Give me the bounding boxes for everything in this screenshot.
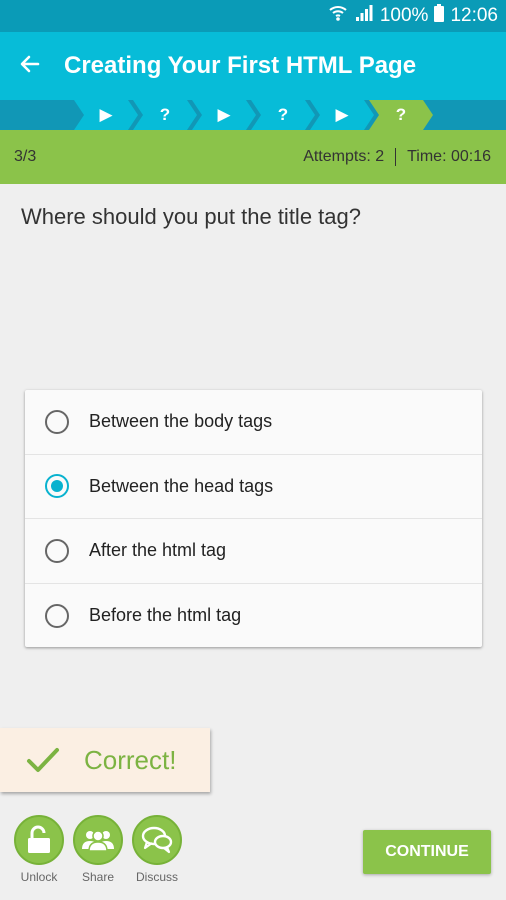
quiz-stats: Attempts: 2 Time: 00:16 — [303, 130, 491, 184]
radio-button-selected[interactable] — [45, 474, 69, 499]
option-label: Before the html tag — [89, 605, 242, 626]
feedback-text: Correct! — [84, 745, 177, 775]
step-3[interactable]: ▶ — [192, 100, 256, 130]
question-text: Where should you put the title tag? — [21, 204, 361, 229]
option-before-html[interactable]: Before the html tag — [25, 584, 482, 649]
option-label: Between the head tags — [89, 475, 274, 496]
step-3-label: ▶ — [217, 105, 231, 124]
step-4-label: ? — [277, 105, 289, 124]
step-1[interactable]: ▶ — [74, 100, 138, 130]
divider — [395, 148, 397, 166]
discuss-label: Discuss — [135, 870, 178, 884]
discuss-button[interactable]: Discuss — [131, 815, 183, 884]
option-after-html[interactable]: After the html tag — [25, 519, 482, 584]
page-title: Creating Your First HTML Page — [64, 52, 417, 79]
wifi-icon — [328, 3, 348, 29]
status-icons: 100% 12:06 — [328, 4, 498, 28]
option-label: After the html tag — [89, 540, 227, 561]
share-button[interactable]: Share — [72, 815, 124, 884]
step-1-label: ▶ — [99, 105, 113, 124]
unlock-button[interactable]: Unlock — [13, 815, 65, 884]
radio-button[interactable] — [45, 538, 69, 563]
option-body-tags[interactable]: Between the body tags — [25, 390, 482, 455]
step-6-label: ? — [395, 105, 407, 124]
unlock-icon — [14, 815, 64, 865]
attempts-count: Attempts: 2 — [303, 148, 385, 165]
clock: 12:06 — [450, 5, 498, 26]
step-5[interactable]: ▶ — [310, 100, 374, 130]
radio-button[interactable] — [45, 603, 69, 628]
option-label: Between the body tags — [89, 411, 273, 432]
step-6-current[interactable]: ? — [369, 100, 433, 130]
step-4[interactable]: ? — [251, 100, 315, 130]
step-2-label: ? — [159, 105, 171, 124]
lesson-stepper: ▶ ? ▶ ? ▶ ? — [0, 100, 506, 130]
back-button[interactable] — [10, 42, 50, 90]
people-icon — [73, 815, 123, 865]
radio-button[interactable] — [45, 409, 69, 434]
step-5-label: ▶ — [335, 105, 349, 124]
status-bar: 100% 12:06 — [0, 0, 506, 32]
unlock-label: Unlock — [20, 870, 58, 884]
option-head-tags[interactable]: Between the head tags — [25, 455, 482, 519]
share-label: Share — [81, 870, 115, 884]
signal-icon — [354, 3, 374, 29]
chat-bubbles-icon — [132, 815, 182, 865]
arrow-left-icon — [18, 52, 42, 81]
feedback-toast: Correct! — [0, 728, 210, 792]
question-progress: 3/3 — [14, 148, 37, 165]
checkmark-icon — [26, 745, 60, 780]
quiz-info-bar: 3/3 Attempts: 2 Time: 00:16 — [0, 130, 506, 184]
battery-icon — [434, 3, 445, 29]
battery-percent: 100% — [379, 5, 429, 26]
continue-button[interactable]: CONTINUE — [363, 830, 491, 874]
answer-options: Between the body tags Between the head t… — [25, 390, 482, 647]
elapsed-time: Time: 00:16 — [407, 148, 491, 165]
step-2[interactable]: ? — [133, 100, 197, 130]
app-bar: Creating Your First HTML Page — [0, 32, 506, 100]
